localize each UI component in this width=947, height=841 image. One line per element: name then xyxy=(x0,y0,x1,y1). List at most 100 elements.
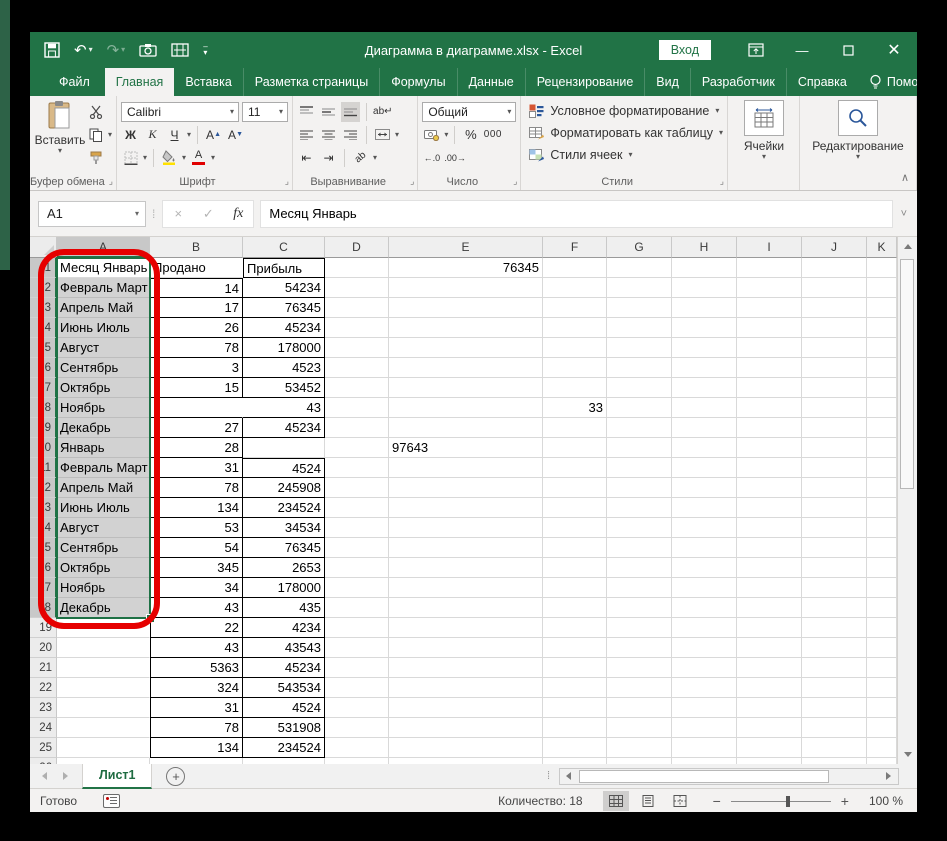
cell-I8[interactable] xyxy=(737,398,802,418)
cell-A13[interactable]: Июнь Июль xyxy=(57,498,150,518)
cell-F15[interactable] xyxy=(543,538,607,558)
row-header-1[interactable]: 1 xyxy=(30,258,57,278)
cell-I26[interactable] xyxy=(737,758,802,764)
cell-G11[interactable] xyxy=(607,458,672,478)
cell-D12[interactable] xyxy=(325,478,389,498)
cell-C20[interactable]: 43543 xyxy=(243,638,325,658)
row-header-26[interactable]: 26 xyxy=(30,758,57,764)
ribbon-tab-developer[interactable]: Разработчик xyxy=(691,68,787,96)
styles-dialog-launcher-icon[interactable]: ⌟ xyxy=(720,176,724,187)
row-header-25[interactable]: 25 xyxy=(30,738,57,758)
cell-B23[interactable]: 31 xyxy=(150,698,243,718)
decrease-decimal-icon[interactable]: .00→ xyxy=(444,148,466,168)
row-header-5[interactable]: 5 xyxy=(30,338,57,358)
ribbon-tab-assistant[interactable]: Помощн xyxy=(858,68,917,96)
cell-C2[interactable]: 54234 xyxy=(243,278,325,298)
cell-I11[interactable] xyxy=(737,458,802,478)
cell-A23[interactable] xyxy=(57,698,150,718)
cell-G4[interactable] xyxy=(607,318,672,338)
cell-F21[interactable] xyxy=(543,658,607,678)
cell-F6[interactable] xyxy=(543,358,607,378)
cell-D22[interactable] xyxy=(325,678,389,698)
cell-H17[interactable] xyxy=(672,578,737,598)
cell-F13[interactable] xyxy=(543,498,607,518)
fill-color-button[interactable] xyxy=(160,148,179,168)
cell-C7[interactable]: 53452 xyxy=(243,378,325,398)
ribbon-tab-view[interactable]: Вид xyxy=(645,68,691,96)
cell-I18[interactable] xyxy=(737,598,802,618)
cell-I14[interactable] xyxy=(737,518,802,538)
cell-A10[interactable]: Январь xyxy=(57,438,150,458)
cell-E24[interactable] xyxy=(389,718,543,738)
new-sheet-icon[interactable]: + xyxy=(166,766,186,786)
ribbon-tab-formulas[interactable]: Формулы xyxy=(380,68,458,96)
cell-C21[interactable]: 45234 xyxy=(243,658,325,678)
italic-button[interactable]: К xyxy=(143,125,162,145)
formula-bar-splitter[interactable]: ⁞ xyxy=(152,207,156,221)
cell-D25[interactable] xyxy=(325,738,389,758)
editing-button[interactable]: Редактирование ▾ xyxy=(804,100,912,172)
previous-sheet-icon[interactable] xyxy=(42,772,47,780)
cell-H22[interactable] xyxy=(672,678,737,698)
align-left-icon[interactable] xyxy=(297,125,316,145)
cell-E8[interactable] xyxy=(389,398,543,418)
cell-F23[interactable] xyxy=(543,698,607,718)
expand-formula-bar-icon[interactable]: ˅ xyxy=(899,208,909,220)
cell-C1[interactable]: Прибыль xyxy=(243,258,325,278)
cell-D18[interactable] xyxy=(325,598,389,618)
cell-J18[interactable] xyxy=(802,598,867,618)
cell-E16[interactable] xyxy=(389,558,543,578)
percent-style-button[interactable]: % xyxy=(461,125,480,145)
vertical-scrollbar-thumb[interactable] xyxy=(900,259,914,489)
row-header-15[interactable]: 15 xyxy=(30,538,57,558)
cell-G2[interactable] xyxy=(607,278,672,298)
cell-D8[interactable] xyxy=(325,398,389,418)
cell-G1[interactable] xyxy=(607,258,672,278)
cell-F18[interactable] xyxy=(543,598,607,618)
cell-A12[interactable]: Апрель Май xyxy=(57,478,150,498)
cell-I2[interactable] xyxy=(737,278,802,298)
cell-G25[interactable] xyxy=(607,738,672,758)
cell-H18[interactable] xyxy=(672,598,737,618)
cell-E15[interactable] xyxy=(389,538,543,558)
cell-K5[interactable] xyxy=(867,338,897,358)
cell-J7[interactable] xyxy=(802,378,867,398)
col-header-H[interactable]: H xyxy=(672,237,737,258)
cell-K25[interactable] xyxy=(867,738,897,758)
cell-I5[interactable] xyxy=(737,338,802,358)
customize-qat-icon[interactable]: – ▾ xyxy=(203,42,207,57)
ribbon-tab-page-layout[interactable]: Разметка страницы xyxy=(244,68,381,96)
cell-F17[interactable] xyxy=(543,578,607,598)
row-header-24[interactable]: 24 xyxy=(30,718,57,738)
cell-I13[interactable] xyxy=(737,498,802,518)
row-header-17[interactable]: 17 xyxy=(30,578,57,598)
zoom-slider[interactable] xyxy=(730,795,831,807)
scroll-left-icon[interactable] xyxy=(560,769,577,784)
cell-B6[interactable]: 3 xyxy=(150,358,243,378)
cell-I7[interactable] xyxy=(737,378,802,398)
cell-F3[interactable] xyxy=(543,298,607,318)
cell-D24[interactable] xyxy=(325,718,389,738)
cell-J12[interactable] xyxy=(802,478,867,498)
cell-A15[interactable]: Сентябрь xyxy=(57,538,150,558)
clipboard-dialog-launcher-icon[interactable]: ⌟ xyxy=(109,176,113,187)
cell-D2[interactable] xyxy=(325,278,389,298)
cell-B4[interactable]: 26 xyxy=(150,318,243,338)
cell-A19[interactable] xyxy=(57,618,150,638)
cell-H8[interactable] xyxy=(672,398,737,418)
cell-E17[interactable] xyxy=(389,578,543,598)
cell-J24[interactable] xyxy=(802,718,867,738)
row-header-4[interactable]: 4 xyxy=(30,318,57,338)
align-right-icon[interactable] xyxy=(341,125,360,145)
row-header-9[interactable]: 9 xyxy=(30,418,57,438)
cell-B7[interactable]: 15 xyxy=(150,378,243,398)
redo-icon[interactable]: ↷ ▾ xyxy=(107,43,126,58)
cell-J10[interactable] xyxy=(802,438,867,458)
cell-C5[interactable]: 178000 xyxy=(243,338,325,358)
cell-C3[interactable]: 76345 xyxy=(243,298,325,318)
cell-E26[interactable] xyxy=(389,758,543,764)
cell-K16[interactable] xyxy=(867,558,897,578)
cell-H3[interactable] xyxy=(672,298,737,318)
col-header-E[interactable]: E xyxy=(389,237,543,258)
cell-E6[interactable] xyxy=(389,358,543,378)
